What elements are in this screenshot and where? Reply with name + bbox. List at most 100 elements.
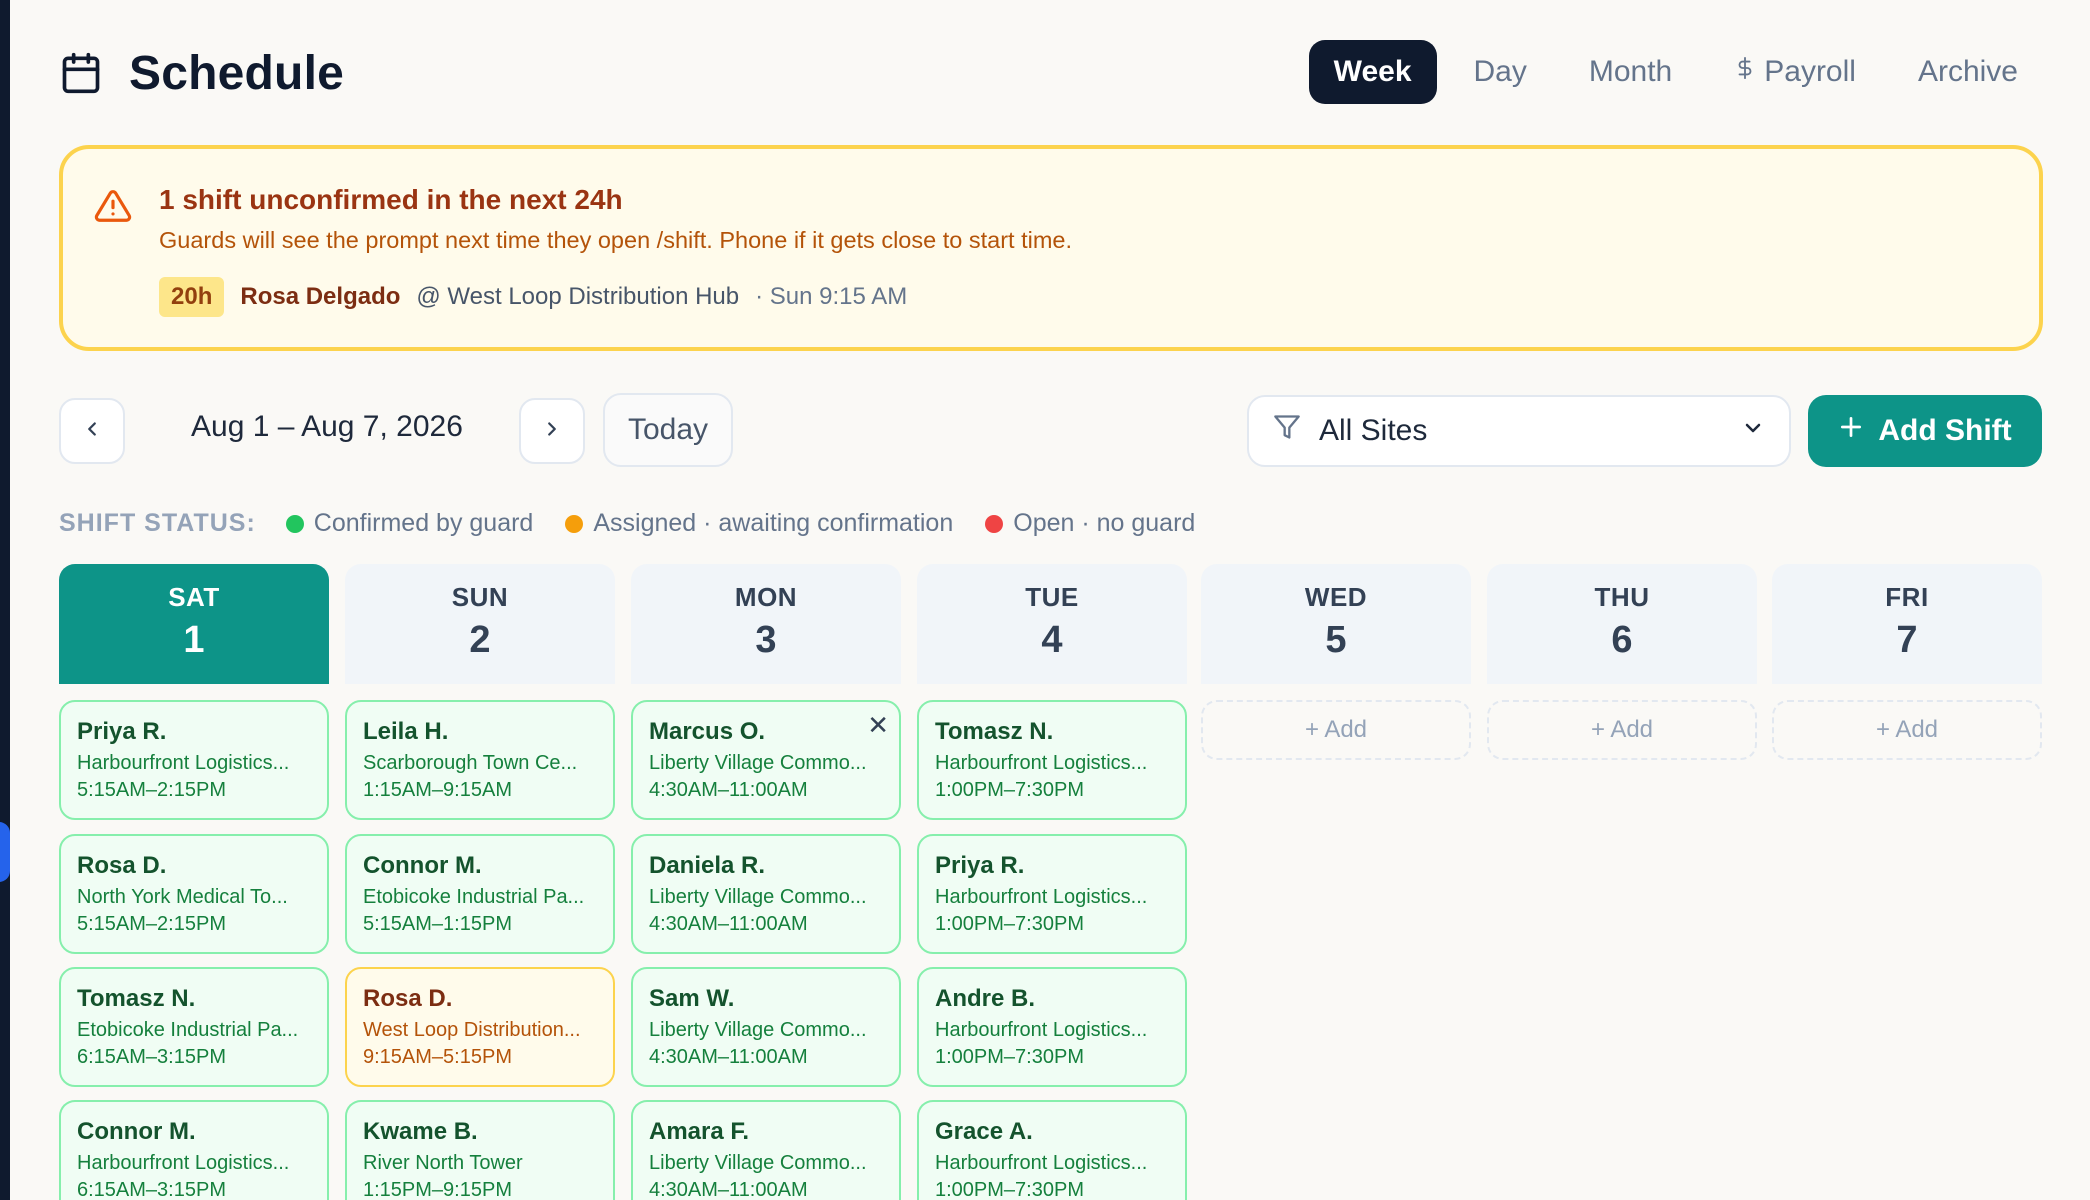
filter-icon [1273,413,1301,449]
tab-payroll[interactable]: Payroll [1709,40,1881,104]
shift-card[interactable]: Tomasz N. Etobicoke Industrial Pa... 6:1… [59,967,329,1087]
shift-guard-name: Kwame B. [363,1118,478,1145]
shift-card[interactable]: Sam W. Liberty Village Commo... 4:30AM–1… [631,967,901,1087]
shift-card[interactable]: Leila H. Scarborough Town Ce... 1:15AM–9… [345,700,615,820]
unconfirmed-alert: 1 shift unconfirmed in the next 24h Guar… [59,145,2043,351]
day-header-mon[interactable]: MON 3 [631,564,901,684]
alert-text: Guards will see the prompt next time the… [159,227,1073,253]
shift-site: Liberty Village Commo... [649,752,867,774]
tab-month[interactable]: Month [1564,40,1697,104]
shift-time: 1:00PM–7:30PM [935,913,1084,935]
day-number: 2 [469,619,491,661]
today-label: Today [627,413,709,446]
legend-label: Confirmed by guard [313,509,534,537]
shift-card[interactable]: Andre B. Harbourfront Logistics... 1:00P… [917,967,1187,1087]
shift-time: 4:30AM–11:00AM [649,779,808,801]
day-header-tue[interactable]: TUE 4 [917,564,1187,684]
day-number: 6 [1611,619,1633,661]
orange-dot-icon [565,514,584,533]
legend-item-confirmed: Confirmed by guard [285,509,534,538]
shift-site: Liberty Village Commo... [649,886,867,908]
app-sidebar-edge [0,0,10,1200]
shift-site: Harbourfront Logistics... [935,752,1148,774]
shift-card[interactable]: Daniela R. Liberty Village Commo... 4:30… [631,834,901,954]
tab-archive-label: Archive [1917,55,2018,88]
status-legend: SHIFT STATUS: Confirmed by guard Assigne… [59,509,1227,538]
sidebar-handle[interactable] [0,822,10,882]
shift-card[interactable]: Priya R. Harbourfront Logistics... 1:00P… [917,834,1187,954]
day-number: 4 [1041,619,1063,661]
day-header-fri[interactable]: FRI 7 [1772,564,2042,684]
day-name: SUN [451,582,509,612]
add-shift-slot-thu[interactable]: + Add [1487,700,1757,760]
shift-site: Liberty Village Commo... [649,1019,867,1041]
tab-week[interactable]: Week [1308,40,1437,104]
day-number: 7 [1896,619,1918,661]
chevron-down-icon [1741,414,1765,448]
shift-guard-name: Grace A. [935,1118,1033,1145]
close-icon[interactable]: ✕ [867,710,889,741]
day-header-thu[interactable]: THU 6 [1487,564,1757,684]
shift-time: 4:30AM–11:00AM [649,1046,808,1068]
tab-day-label: Day [1473,55,1527,88]
today-button[interactable]: Today [603,393,733,467]
site-filter-value: All Sites [1319,414,1428,447]
shift-card[interactable]: Grace A. Harbourfront Logistics... 1:00P… [917,1100,1187,1200]
day-name: TUE [1025,582,1079,612]
add-slot-label: + Add [1590,716,1654,743]
shift-time: 1:15PM–9:15PM [363,1179,512,1200]
alert-shift-row[interactable]: 20h Rosa Delgado @ West Loop Distributio… [159,277,907,317]
shift-time: 5:15AM–2:15PM [77,913,226,935]
shift-guard-name: Daniela R. [649,852,766,879]
prev-week-button[interactable] [59,398,125,464]
day-name: WED [1304,582,1368,612]
shift-card[interactable]: Rosa D. North York Medical To... 5:15AM–… [59,834,329,954]
shift-card[interactable]: Connor M. Harbourfront Logistics... 6:15… [59,1100,329,1200]
shift-guard-name: Andre B. [935,985,1036,1012]
shift-card[interactable]: Tomasz N. Harbourfront Logistics... 1:00… [917,700,1187,820]
day-name: MON [734,582,798,612]
day-header-wed[interactable]: WED 5 [1201,564,1471,684]
shift-guard-name: Amara F. [649,1118,750,1145]
shift-time: 6:15AM–3:15PM [77,1179,226,1200]
add-slot-label: + Add [1304,716,1368,743]
tab-archive[interactable]: Archive [1893,40,2043,104]
shift-site: North York Medical To... [77,886,288,908]
shift-site: Harbourfront Logistics... [935,1152,1148,1174]
site-filter-select[interactable]: All Sites [1247,395,1791,467]
add-shift-slot-wed[interactable]: + Add [1201,700,1471,760]
next-week-button[interactable] [519,398,585,464]
day-number: 1 [183,619,205,661]
alert-guard-name: Rosa Delgado [240,283,401,310]
shift-card[interactable]: Marcus O. Liberty Village Commo... 4:30A… [631,700,901,820]
shift-time: 4:30AM–11:00AM [649,1179,808,1200]
shift-guard-name: Sam W. [649,985,735,1012]
shift-time: 5:15AM–2:15PM [77,779,226,801]
alert-title: 1 shift unconfirmed in the next 24h [159,184,623,215]
shift-guard-name: Priya R. [77,718,167,745]
shift-site: Scarborough Town Ce... [363,752,578,774]
shift-time: 9:15AM–5:15PM [363,1046,512,1068]
shift-time: 1:00PM–7:30PM [935,1179,1084,1200]
shift-site: Harbourfront Logistics... [77,1152,290,1174]
legend-item-open: Open · no guard [985,509,1195,538]
day-header-sat[interactable]: SAT 1 [59,564,329,684]
shift-card[interactable]: Amara F. Liberty Village Commo... 4:30AM… [631,1100,901,1200]
hours-badge: 20h [159,277,225,317]
day-header-sun[interactable]: SUN 2 [345,564,615,684]
shift-card[interactable]: Connor M. Etobicoke Industrial Pa... 5:1… [345,834,615,954]
add-shift-slot-fri[interactable]: + Add [1772,700,2042,760]
tab-day[interactable]: Day [1449,40,1552,104]
day-number: 5 [1325,619,1347,661]
day-name: THU [1594,582,1650,612]
tab-week-label: Week [1333,55,1412,88]
shift-card[interactable]: Priya R. Harbourfront Logistics... 5:15A… [59,700,329,820]
tab-month-label: Month [1588,55,1673,88]
shift-card-pending[interactable]: Rosa D. West Loop Distribution... 9:15AM… [345,967,615,1087]
calendar-icon [59,51,103,95]
shift-site: West Loop Distribution... [363,1019,581,1041]
shift-time: 5:15AM–1:15PM [363,913,512,935]
shift-time: 4:30AM–11:00AM [649,913,808,935]
shift-card[interactable]: Kwame B. River North Tower 1:15PM–9:15PM [345,1100,615,1200]
add-shift-button[interactable]: Add Shift [1808,395,2042,467]
